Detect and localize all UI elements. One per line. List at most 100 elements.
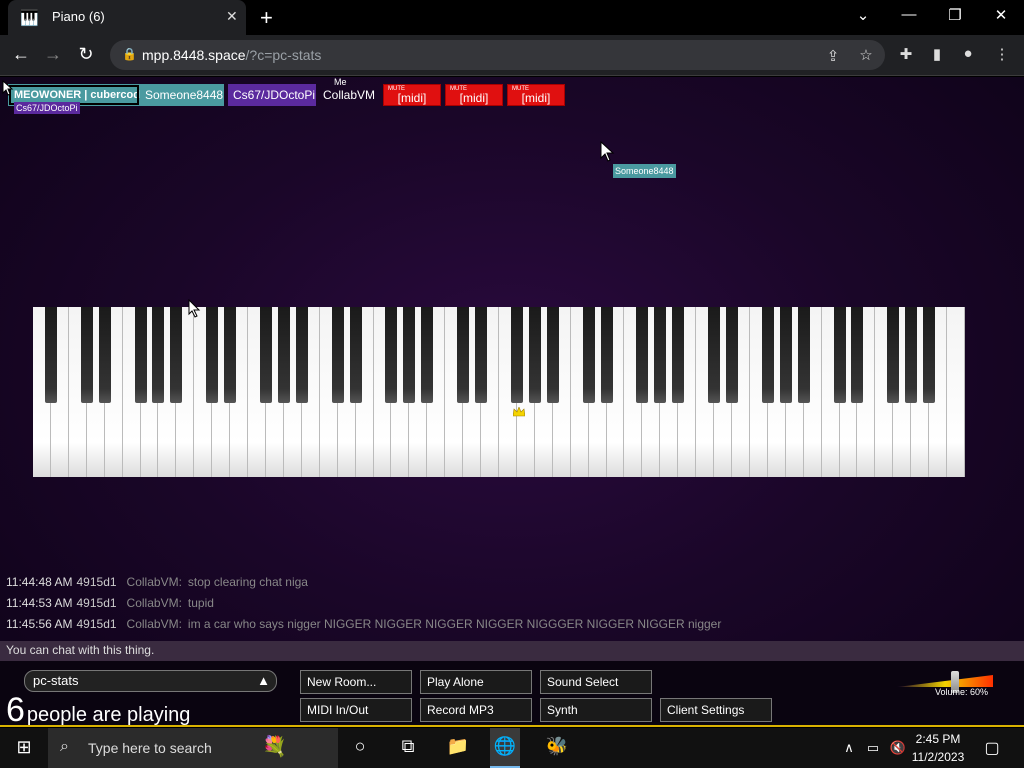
- black-key[interactable]: [833, 307, 846, 403]
- chat-message: 11:44:48 AM 4915d1 CollabVM: stop clearing …: [6, 575, 308, 589]
- user-tag-collabvm[interactable]: Me CollabVM: [318, 77, 380, 106]
- black-key[interactable]: [905, 307, 918, 403]
- chat-time: 11:44:53 AM: [6, 596, 73, 610]
- task-view-icon[interactable]: ⧉: [393, 736, 423, 757]
- black-key[interactable]: [277, 307, 290, 403]
- chat-user-id: 4915d1: [76, 575, 117, 589]
- black-key[interactable]: [331, 307, 344, 403]
- room-select[interactable]: pc-stats ▲: [24, 670, 277, 692]
- midi-label: [midi]: [397, 91, 427, 105]
- file-explorer-icon[interactable]: 📁: [443, 736, 473, 757]
- black-key[interactable]: [726, 307, 738, 403]
- mouse-cursor-icon: [188, 299, 201, 318]
- chat-time: 11:44:48 AM: [6, 575, 73, 589]
- black-key[interactable]: [923, 307, 936, 403]
- collabvm-label: CollabVM: [323, 88, 376, 102]
- windows-start-icon[interactable]: ⊞: [9, 737, 39, 758]
- chat-time: 11:45:56 AM: [6, 617, 73, 631]
- back-button[interactable]: ←: [8, 44, 34, 65]
- minimize-button[interactable]: —: [894, 6, 924, 23]
- black-key[interactable]: [152, 307, 165, 403]
- extensions-icon[interactable]: ✚: [895, 45, 917, 63]
- black-key[interactable]: [636, 307, 649, 403]
- black-key[interactable]: [98, 307, 111, 403]
- sound-select-button[interactable]: Sound Select: [540, 670, 652, 694]
- black-key[interactable]: [779, 307, 792, 403]
- mute-midi-tag-2[interactable]: MUTE [midi]: [445, 84, 503, 106]
- chat-nick: CollabVM:: [126, 596, 182, 610]
- white-key[interactable]: [947, 307, 965, 477]
- black-key[interactable]: [206, 307, 219, 403]
- black-key[interactable]: [672, 307, 685, 403]
- black-key[interactable]: [295, 307, 308, 403]
- black-key[interactable]: [260, 307, 272, 403]
- cortana-icon[interactable]: ○: [345, 736, 375, 757]
- client-settings-button[interactable]: Client Settings: [660, 698, 772, 722]
- chat-input[interactable]: You can chat with this thing.: [0, 641, 1024, 661]
- chat-nick: CollabVM:: [126, 617, 182, 631]
- black-key[interactable]: [134, 307, 147, 403]
- black-key[interactable]: [457, 307, 470, 403]
- close-window-button[interactable]: ✕: [986, 6, 1016, 24]
- profile-icon[interactable]: ●: [957, 45, 979, 62]
- close-tab-icon[interactable]: ✕: [226, 8, 238, 25]
- share-icon[interactable]: ⇪: [822, 47, 844, 65]
- notifications-icon[interactable]: ▢: [977, 738, 1007, 758]
- new-room-button[interactable]: New Room...: [300, 670, 412, 694]
- clock-date: 11/2/2023: [911, 750, 965, 764]
- synth-button[interactable]: Synth: [540, 698, 652, 722]
- browser-tab[interactable]: 🎹 Piano (6) ✕: [8, 0, 246, 35]
- user-tag-cs67[interactable]: Cs67/JDOctoPi: [228, 84, 316, 106]
- black-key[interactable]: [851, 307, 864, 403]
- menu-icon[interactable]: ⋮: [991, 45, 1013, 63]
- app-icon[interactable]: 🐝: [542, 736, 572, 757]
- volume-label: Volume: 60%: [935, 687, 989, 697]
- piano-keyboard[interactable]: [33, 307, 965, 477]
- tab-search-icon[interactable]: ⌄: [848, 6, 878, 24]
- dropdown-arrow-icon[interactable]: ▲: [257, 673, 270, 688]
- system-clock[interactable]: 2:45 PM 11/2/2023: [908, 732, 968, 764]
- play-alone-button[interactable]: Play Alone: [420, 670, 532, 694]
- address-bar[interactable]: 🔒 mpp.8448.space/?c=pc-stats ⇪ ☆: [110, 40, 885, 70]
- black-key[interactable]: [654, 307, 667, 403]
- bookmark-star-icon[interactable]: ☆: [855, 46, 877, 64]
- black-key[interactable]: [797, 307, 810, 403]
- taskbar-search[interactable]: ⌕ Type here to search 💐: [48, 728, 338, 768]
- taskbar: ⊞ ⌕ Type here to search 💐 ○ ⧉ 📁 🌐 🐝 ∧ ▭ …: [0, 728, 1024, 768]
- black-key[interactable]: [80, 307, 93, 403]
- black-key[interactable]: [887, 307, 900, 403]
- mute-midi-tag-1[interactable]: MUTE [midi]: [383, 84, 441, 106]
- reload-button[interactable]: ↻: [73, 44, 99, 65]
- black-key[interactable]: [475, 307, 488, 403]
- people-count-number: 6: [6, 691, 25, 727]
- lock-icon[interactable]: 🔒: [122, 47, 137, 61]
- side-panel-icon[interactable]: ▮: [926, 45, 948, 63]
- black-key[interactable]: [421, 307, 434, 403]
- black-key[interactable]: [528, 307, 541, 403]
- black-key[interactable]: [546, 307, 559, 403]
- black-key[interactable]: [349, 307, 362, 403]
- midi-button[interactable]: MIDI In/Out: [300, 698, 412, 722]
- black-key[interactable]: [510, 307, 523, 403]
- forward-button[interactable]: →: [40, 44, 66, 65]
- volume-slider[interactable]: Volume: 60%: [897, 671, 993, 701]
- clock-time: 2:45 PM: [915, 732, 961, 746]
- restore-button[interactable]: ❐: [940, 6, 970, 24]
- black-key[interactable]: [582, 307, 595, 403]
- browser-tab-strip: 🎹 Piano (6) ✕ + ⌄ — ❐ ✕: [0, 0, 1024, 35]
- controls-bar: pc-stats ▲ 6 people are playing New Room.…: [0, 661, 1024, 727]
- mute-midi-tag-3[interactable]: MUTE [midi]: [507, 84, 565, 106]
- chrome-icon[interactable]: 🌐: [490, 728, 520, 768]
- black-key[interactable]: [385, 307, 398, 403]
- record-mp3-button[interactable]: Record MP3: [420, 698, 532, 722]
- black-key[interactable]: [224, 307, 237, 403]
- black-key[interactable]: [600, 307, 613, 403]
- new-tab-button[interactable]: +: [260, 5, 273, 31]
- user-tag-someone8448[interactable]: Someone8448: [140, 84, 224, 106]
- black-key[interactable]: [170, 307, 183, 403]
- black-key[interactable]: [761, 307, 774, 403]
- url-text: mpp.8448.space/?c=pc-stats: [142, 47, 322, 63]
- black-key[interactable]: [403, 307, 416, 403]
- black-key[interactable]: [44, 307, 57, 403]
- black-key[interactable]: [708, 307, 721, 403]
